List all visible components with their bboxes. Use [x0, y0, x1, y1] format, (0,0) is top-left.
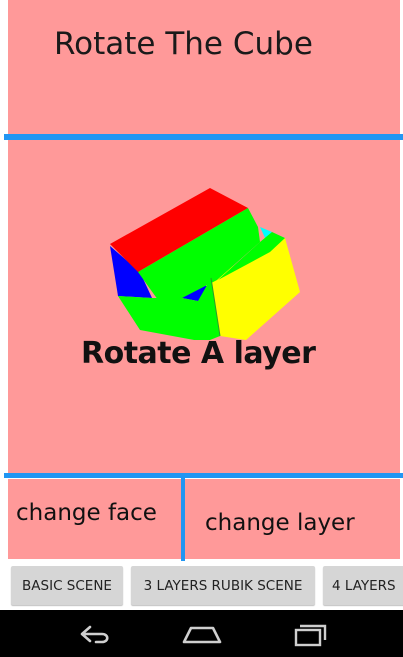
- basic-scene-button[interactable]: BASIC SCENE: [11, 566, 123, 605]
- rotate-layer-label: Rotate A layer: [81, 336, 316, 371]
- home-icon[interactable]: [181, 622, 223, 646]
- divider-middle: [4, 473, 403, 478]
- recent-apps-icon[interactable]: [292, 622, 330, 648]
- page-title: Rotate The Cube: [54, 26, 313, 62]
- divider-vertical: [181, 478, 185, 561]
- change-layer-label: change layer: [205, 510, 355, 536]
- divider-top: [4, 134, 403, 140]
- back-icon[interactable]: [76, 622, 114, 646]
- system-navigation-bar: [0, 610, 403, 657]
- three-layers-scene-button[interactable]: 3 LAYERS RUBIK SCENE: [131, 566, 315, 605]
- four-layers-scene-button[interactable]: 4 LAYERS: [323, 566, 403, 605]
- rubik-cube-graphic[interactable]: [100, 180, 305, 340]
- change-face-label: change face: [16, 500, 157, 526]
- app-screen: Rotate The Cube Rotate A layer change fa…: [0, 0, 403, 610]
- title-pane[interactable]: [8, 0, 400, 134]
- scene-button-bar[interactable]: BASIC SCENE 3 LAYERS RUBIK SCENE 4 LAYER…: [0, 561, 403, 610]
